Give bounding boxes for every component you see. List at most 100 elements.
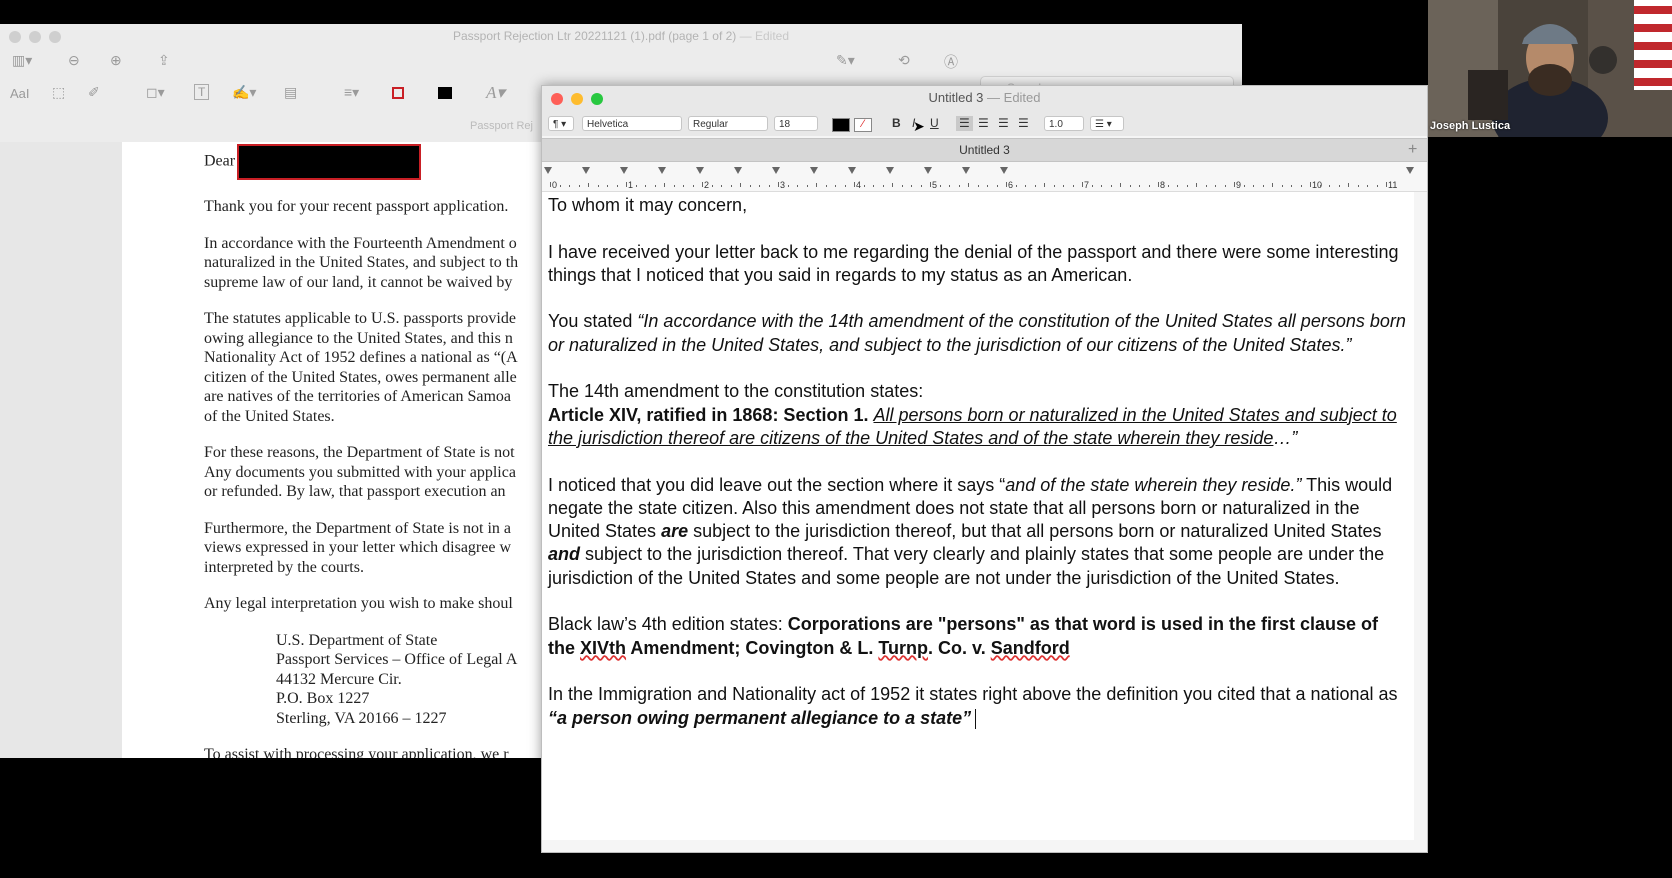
letter-line: For these reasons, the Department of Sta… [204, 444, 515, 461]
paragraph-style-select[interactable]: ¶ ▾ [548, 116, 574, 131]
ruler-minor-tick [892, 183, 893, 187]
text-cursor [975, 708, 977, 729]
annotate-icon[interactable]: Ⓐ [944, 52, 958, 72]
border-color-icon[interactable] [392, 87, 404, 99]
tab-stop-marker[interactable] [582, 167, 590, 174]
letter-paragraph: Furthermore, the Department of State is … [204, 519, 552, 578]
letter-line: or refunded. By law, that passport execu… [204, 483, 506, 500]
preview-sidebar [0, 142, 122, 758]
markup-pen-icon[interactable]: ✎▾ [836, 52, 855, 69]
ruler-minor-tick [863, 185, 865, 187]
ruler-minor-tick [920, 185, 922, 187]
ruler-minor-tick [645, 185, 646, 187]
sign-icon[interactable]: ✍▾ [232, 84, 256, 101]
tab-stop-marker[interactable] [962, 167, 970, 174]
ruler-number: 10 [1312, 180, 1323, 190]
ruler-minor-tick [1348, 183, 1349, 187]
ruler-tick [854, 182, 855, 187]
ruler-number: 8 [1160, 180, 1166, 190]
tab-stop-marker[interactable] [810, 167, 818, 174]
tab-stop-marker[interactable] [734, 167, 742, 174]
ruler-minor-tick [768, 185, 770, 187]
letter-line: Furthermore, the Department of State is … [204, 519, 512, 537]
rect-selection-icon[interactable]: ⬚ [52, 84, 65, 101]
highlight-color-well[interactable]: ⁄ [854, 118, 872, 132]
ruler-number: 9 [1236, 180, 1242, 190]
ruler-minor-tick [635, 185, 637, 187]
ruler-minor-tick [968, 183, 969, 187]
redaction-box [237, 144, 422, 180]
text-style-icon[interactable]: A▾ [486, 83, 505, 103]
text-color-well[interactable] [832, 118, 850, 132]
tab-stop-marker[interactable] [620, 167, 628, 174]
ruler-minor-tick [1253, 185, 1254, 187]
ruler-minor-tick [1281, 185, 1283, 187]
mouse-cursor-icon: ➤ [913, 118, 925, 134]
text-box-icon[interactable]: T [194, 84, 210, 100]
ruler-minor-tick [825, 185, 827, 187]
ruler-minor-tick [958, 185, 960, 187]
ruler-minor-tick [616, 185, 618, 187]
underline-button[interactable]: U [930, 116, 939, 131]
rotate-icon[interactable]: ⟲ [898, 52, 910, 69]
tab-stop-marker[interactable] [696, 167, 704, 174]
tab-stop-marker[interactable] [848, 167, 856, 174]
list-select[interactable]: ☰ ▾ [1090, 116, 1124, 131]
tab-stop-marker[interactable] [658, 167, 666, 174]
ruler-minor-tick [683, 185, 684, 187]
right-margin-marker[interactable] [1406, 167, 1414, 174]
new-tab-icon[interactable]: + [1408, 141, 1417, 159]
text-selection-icon[interactable]: AaI [10, 86, 30, 101]
ruler-minor-tick [1243, 185, 1245, 187]
letter-line: P.O. Box 1227 [276, 690, 370, 707]
justify-button[interactable]: ☰ [1018, 116, 1029, 131]
align-right-button[interactable]: ☰ [998, 116, 1009, 131]
ruler[interactable]: 0 1 2 3 4 5 6 7 8 9 10 11 [542, 162, 1427, 192]
ruler-minor-tick [1272, 183, 1273, 187]
align-left-button[interactable]: ☰ [956, 116, 973, 131]
ruler-minor-tick [1357, 185, 1359, 187]
shapes-icon[interactable]: ◻▾ [146, 84, 165, 101]
font-size-select[interactable]: 18 [774, 116, 818, 131]
sidebar-toggle-icon[interactable]: ▥▾ [12, 52, 32, 69]
webcam-video: Joseph Lustica [1428, 0, 1672, 137]
letter-paragraph: In accordance with the Fourteenth Amendm… [204, 234, 552, 293]
textedit-titlebar: Untitled 3 — Edited [542, 86, 1427, 112]
tab-untitled-3[interactable]: Untitled 3 [542, 143, 1427, 157]
left-margin-marker[interactable] [544, 167, 552, 174]
document-area[interactable]: To whom it may concern, I have received … [542, 192, 1414, 840]
line-spacing-select[interactable]: 1.0 [1044, 116, 1084, 131]
ruler-minor-tick [664, 183, 665, 187]
fill-color-icon[interactable] [438, 87, 452, 99]
bold-button[interactable]: B [892, 116, 901, 131]
font-family-select[interactable]: Helvetica [582, 116, 682, 131]
note-icon[interactable]: ▤ [284, 84, 297, 101]
tab-stop-marker[interactable] [924, 167, 932, 174]
zoom-out-icon[interactable]: ⊖ [68, 52, 80, 69]
letter-line: Nationality Act of 1952 defines a nation… [204, 349, 518, 366]
tab-stop-marker[interactable] [772, 167, 780, 174]
tab-stop-marker[interactable] [1000, 167, 1008, 174]
ruler-minor-tick [1120, 183, 1121, 187]
letter-line: interpreted by the courts. [204, 558, 364, 576]
ruler-minor-tick [1110, 185, 1112, 187]
ruler-number: 6 [1008, 180, 1014, 190]
ruler-minor-tick [730, 185, 732, 187]
share-icon[interactable]: ⇪ [158, 52, 170, 69]
tab-stop-marker[interactable] [886, 167, 894, 174]
font-style-select[interactable]: Regular [688, 116, 768, 131]
line-style-icon[interactable]: ≡▾ [344, 84, 359, 101]
ruler-minor-tick [939, 185, 941, 187]
align-center-button[interactable]: ☰ [978, 116, 989, 131]
zoom-in-icon[interactable]: ⊕ [110, 52, 122, 69]
doc-paragraph: The 14th amendment to the constitution s… [548, 381, 1397, 448]
sketch-icon[interactable]: ✐ [88, 84, 100, 101]
ruler-minor-tick [1044, 183, 1045, 187]
format-bar: ¶ ▾ Helvetica Regular 18 ⁄ B I U ☰ ☰ ☰ ☰… [542, 112, 1427, 136]
ruler-number: 4 [856, 180, 862, 190]
ruler-tick [1386, 182, 1387, 187]
ruler-number: 11 [1388, 180, 1398, 190]
ruler-minor-tick [949, 185, 950, 187]
document-text[interactable]: To whom it may concern, I have received … [548, 194, 1408, 753]
letter-line: are natives of the territories of Americ… [204, 388, 511, 405]
